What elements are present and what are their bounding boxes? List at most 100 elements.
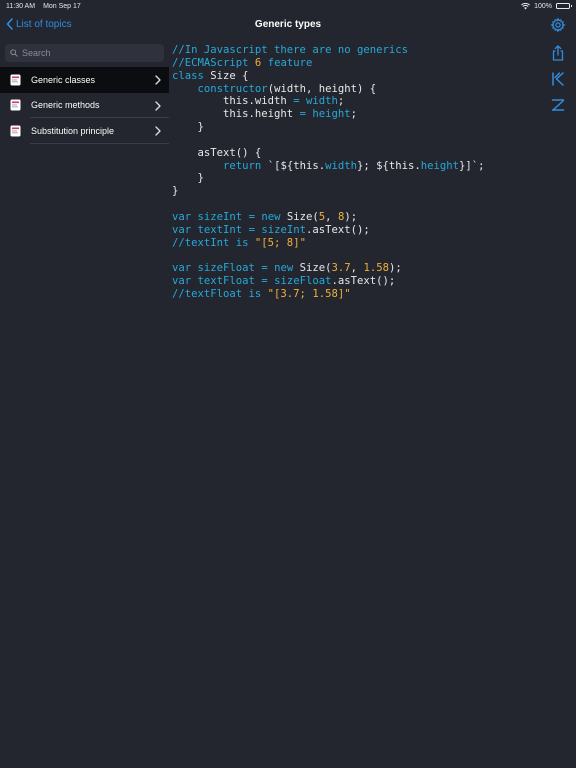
code-line: var sizeFloat = new Size(3.7, 1.58);	[172, 262, 532, 275]
document-icon	[10, 125, 21, 137]
battery-percent: 100%	[534, 2, 552, 10]
search-bar	[5, 44, 164, 62]
code-line: constructor(width, height) {	[172, 83, 532, 96]
code-token: constructor	[197, 82, 268, 95]
code-line: //In Javascript there are no generics	[172, 44, 532, 57]
code-line: //textFloat is "[3.7; 1.58]"	[172, 288, 532, 301]
code-line: //textInt is "[5; 8]"	[172, 237, 532, 250]
navigation-bar: List of topics Generic types	[0, 12, 576, 40]
code-token: var	[172, 262, 192, 275]
search-icon	[10, 49, 18, 57]
document-icon	[10, 99, 21, 111]
chevron-right-icon	[155, 126, 161, 136]
code-line: return `[${this.width}; ${this.height}]`…	[172, 160, 532, 173]
code-line: this.width = width;	[172, 95, 532, 108]
search-input[interactable]	[22, 48, 152, 58]
page-title: Generic types	[254, 19, 322, 30]
code-token: textInt	[197, 223, 243, 236]
code-token: //textFloat is	[172, 288, 268, 301]
code-token: "[5; 8]"	[254, 236, 306, 249]
chevron-right-icon	[155, 100, 161, 111]
sidebar-item[interactable]: Generic methods	[0, 93, 169, 118]
code-token: }	[172, 172, 204, 185]
code-token: //textInt is	[172, 236, 255, 249]
share-icon[interactable]	[549, 44, 567, 62]
code-token: ;	[337, 95, 345, 108]
status-date: Mon Sep 17	[43, 2, 81, 10]
code-token: class	[172, 69, 204, 82]
code-token: width	[325, 159, 357, 172]
code-token: Size(	[293, 262, 332, 275]
code-token: .asText();	[331, 275, 396, 288]
code-token: Size {	[203, 69, 249, 82]
code-token: "[3.7; 1.58]"	[267, 288, 351, 301]
code-token: sizeInt	[197, 210, 243, 223]
code-line: class Size {	[172, 70, 532, 83]
code-line: var textInt = sizeInt.asText();	[172, 224, 532, 237]
code-token: this.width	[172, 95, 294, 108]
code-token: 1.58	[363, 262, 389, 275]
code-token: `[${this.	[261, 159, 326, 172]
code-token: 3.7	[331, 262, 351, 275]
code-token: );	[388, 262, 402, 275]
code-token: ,	[350, 262, 364, 275]
code-token: (width, height) {	[267, 82, 377, 95]
code-token: }]`;	[459, 159, 485, 172]
code-line: asText() {	[172, 147, 532, 160]
code-line: }	[172, 121, 532, 134]
code-token: ;	[350, 108, 358, 121]
status-bar: 11:30 AM Mon Sep 17 100%	[0, 0, 576, 12]
sidebar-item-label: Generic methods	[31, 100, 100, 111]
code-token: }	[172, 121, 204, 134]
code-token: ,	[325, 210, 338, 223]
code-line: //ECMAScript 6 feature	[172, 57, 532, 70]
sidebar: Generic classes Generic methods Substituti…	[0, 40, 169, 768]
code-token: );	[344, 210, 358, 223]
code-line: }	[172, 185, 532, 198]
sidebar-item[interactable]: Substitution principle	[0, 118, 169, 144]
sidebar-item-label: Substitution principle	[31, 125, 115, 136]
document-icon	[10, 74, 21, 86]
skip-to-end-icon[interactable]	[549, 96, 567, 114]
code-line: var textFloat = sizeFloat.asText();	[172, 275, 532, 288]
wifi-icon	[521, 2, 531, 9]
code-line: var sizeInt = new Size(5, 8);	[172, 211, 532, 224]
code-token: .asText();	[306, 223, 370, 236]
code-token: sizeFloat	[274, 275, 332, 288]
code-line: this.height = height;	[172, 108, 532, 121]
code-token: textFloat	[197, 275, 255, 288]
code-token: Size(	[280, 210, 319, 223]
chevron-right-icon	[155, 75, 161, 85]
code-token: var	[172, 223, 192, 236]
code-token: //In Javascript there are no generics	[172, 44, 408, 56]
code-token: return	[223, 159, 262, 172]
code-token: width	[305, 95, 338, 108]
code-token: }; ${this.	[356, 159, 421, 172]
battery-icon	[556, 3, 572, 9]
code-token: //ECMAScript	[172, 56, 255, 69]
sidebar-item[interactable]: Generic classes	[0, 67, 169, 93]
code-token: var	[172, 210, 192, 223]
code-token: height	[312, 108, 351, 121]
code-token: feature	[261, 56, 313, 69]
gear-icon[interactable]	[550, 17, 566, 33]
code-token: }	[172, 185, 179, 198]
code-token: new	[274, 262, 294, 275]
code-token: this.height	[172, 108, 300, 121]
code-token: sizeFloat	[197, 262, 255, 275]
code-token: var	[172, 275, 192, 288]
divider	[30, 142, 169, 144]
code-token: asText() {	[172, 146, 262, 159]
topic-list: Generic classes Generic methods Substituti…	[0, 67, 169, 144]
code-line: }	[172, 172, 532, 185]
sidebar-item-label: Generic classes	[31, 74, 96, 85]
code-token: height	[420, 159, 460, 172]
skip-to-start-icon[interactable]	[549, 70, 567, 88]
code-token: new	[261, 210, 281, 223]
code-token: sizeInt	[261, 223, 307, 236]
